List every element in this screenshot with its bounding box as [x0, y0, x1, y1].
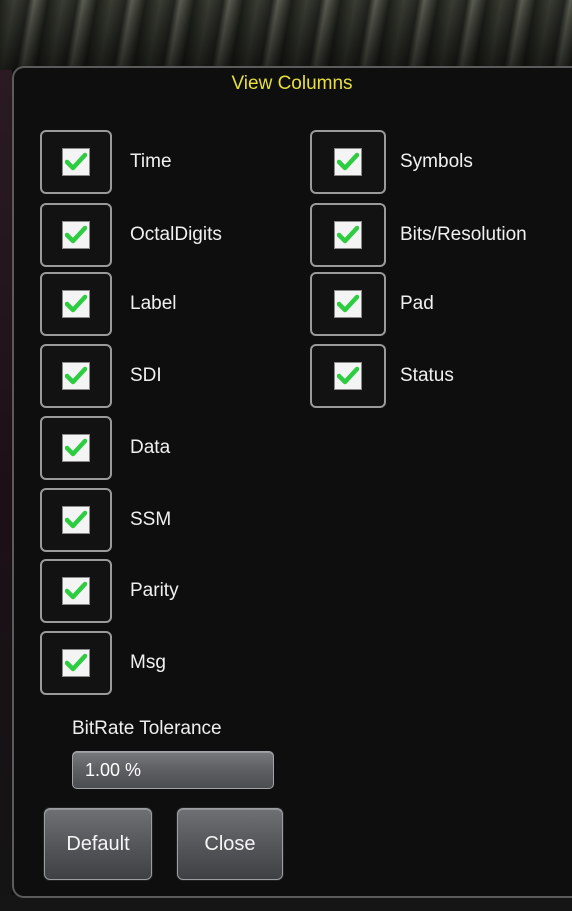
checkbox[interactable] — [40, 559, 112, 623]
checkbox-indicator — [62, 362, 90, 390]
checkmark-icon — [65, 510, 87, 529]
checkbox[interactable] — [40, 344, 112, 408]
column-toggle-pad[interactable]: Pad — [310, 272, 434, 336]
column-label: SSM — [130, 509, 172, 530]
column-label: Pad — [400, 293, 434, 314]
view-columns-screen: View Columns Time OctalDigits Label SDI … — [0, 0, 572, 911]
checkbox[interactable] — [40, 631, 112, 695]
column-label: OctalDigits — [130, 224, 222, 245]
column-label: Bits/Resolution — [400, 224, 527, 245]
bitrate-tolerance-field[interactable]: 1.00 % — [72, 751, 274, 789]
background-trace-area — [0, 0, 572, 70]
checkbox[interactable] — [40, 272, 112, 336]
column-label: Symbols — [400, 151, 473, 172]
checkmark-icon — [337, 152, 359, 171]
checkbox[interactable] — [310, 272, 386, 336]
column-label: Msg — [130, 652, 166, 673]
column-label: Time — [130, 151, 172, 172]
checkmark-icon — [337, 225, 359, 244]
column-toggle-time[interactable]: Time — [40, 130, 172, 194]
checkmark-icon — [337, 366, 359, 385]
checkbox-indicator — [334, 362, 362, 390]
checkbox[interactable] — [310, 130, 386, 194]
column-toggle-symbols[interactable]: Symbols — [310, 130, 473, 194]
checkbox-indicator — [62, 290, 90, 318]
checkbox-indicator — [62, 148, 90, 176]
checkmark-icon — [65, 653, 87, 672]
checkmark-icon — [65, 225, 87, 244]
checkbox[interactable] — [40, 203, 112, 267]
column-label: SDI — [130, 365, 162, 386]
checkbox[interactable] — [310, 344, 386, 408]
checkmark-icon — [337, 294, 359, 313]
close-button[interactable]: Close — [177, 808, 283, 880]
column-toggle-parity[interactable]: Parity — [40, 559, 179, 623]
default-button[interactable]: Default — [44, 808, 152, 880]
checkmark-icon — [65, 581, 87, 600]
column-label: Parity — [130, 580, 179, 601]
checkmark-icon — [65, 366, 87, 385]
column-toggle-label[interactable]: Label — [40, 272, 177, 336]
checkbox-indicator — [62, 577, 90, 605]
dialog-title: View Columns — [231, 73, 353, 94]
column-toggle-octaldigits[interactable]: OctalDigits — [40, 203, 222, 267]
checkbox-indicator — [334, 148, 362, 176]
checkbox-indicator — [62, 221, 90, 249]
background-edge — [0, 70, 12, 911]
checkbox[interactable] — [40, 416, 112, 480]
checkmark-icon — [65, 438, 87, 457]
checkbox[interactable] — [40, 488, 112, 552]
bitrate-tolerance-value: 1.00 % — [85, 760, 142, 780]
checkbox-indicator — [62, 649, 90, 677]
checkmark-icon — [65, 152, 87, 171]
checkmark-icon — [65, 294, 87, 313]
column-toggle-data[interactable]: Data — [40, 416, 170, 480]
column-toggle-msg[interactable]: Msg — [40, 631, 166, 695]
column-label: Status — [400, 365, 454, 386]
checkbox-indicator — [62, 506, 90, 534]
bitrate-tolerance-label: BitRate Tolerance — [72, 718, 222, 739]
column-label: Label — [130, 293, 177, 314]
column-toggle-sdi[interactable]: SDI — [40, 344, 162, 408]
column-toggle-bits-resolution[interactable]: Bits/Resolution — [310, 203, 527, 267]
column-toggle-ssm[interactable]: SSM — [40, 488, 171, 552]
checkbox[interactable] — [40, 130, 112, 194]
column-label: Data — [130, 437, 171, 458]
checkbox-indicator — [334, 290, 362, 318]
column-toggle-status[interactable]: Status — [310, 344, 454, 408]
checkbox-indicator — [62, 434, 90, 462]
checkbox-indicator — [334, 221, 362, 249]
checkbox[interactable] — [310, 203, 386, 267]
